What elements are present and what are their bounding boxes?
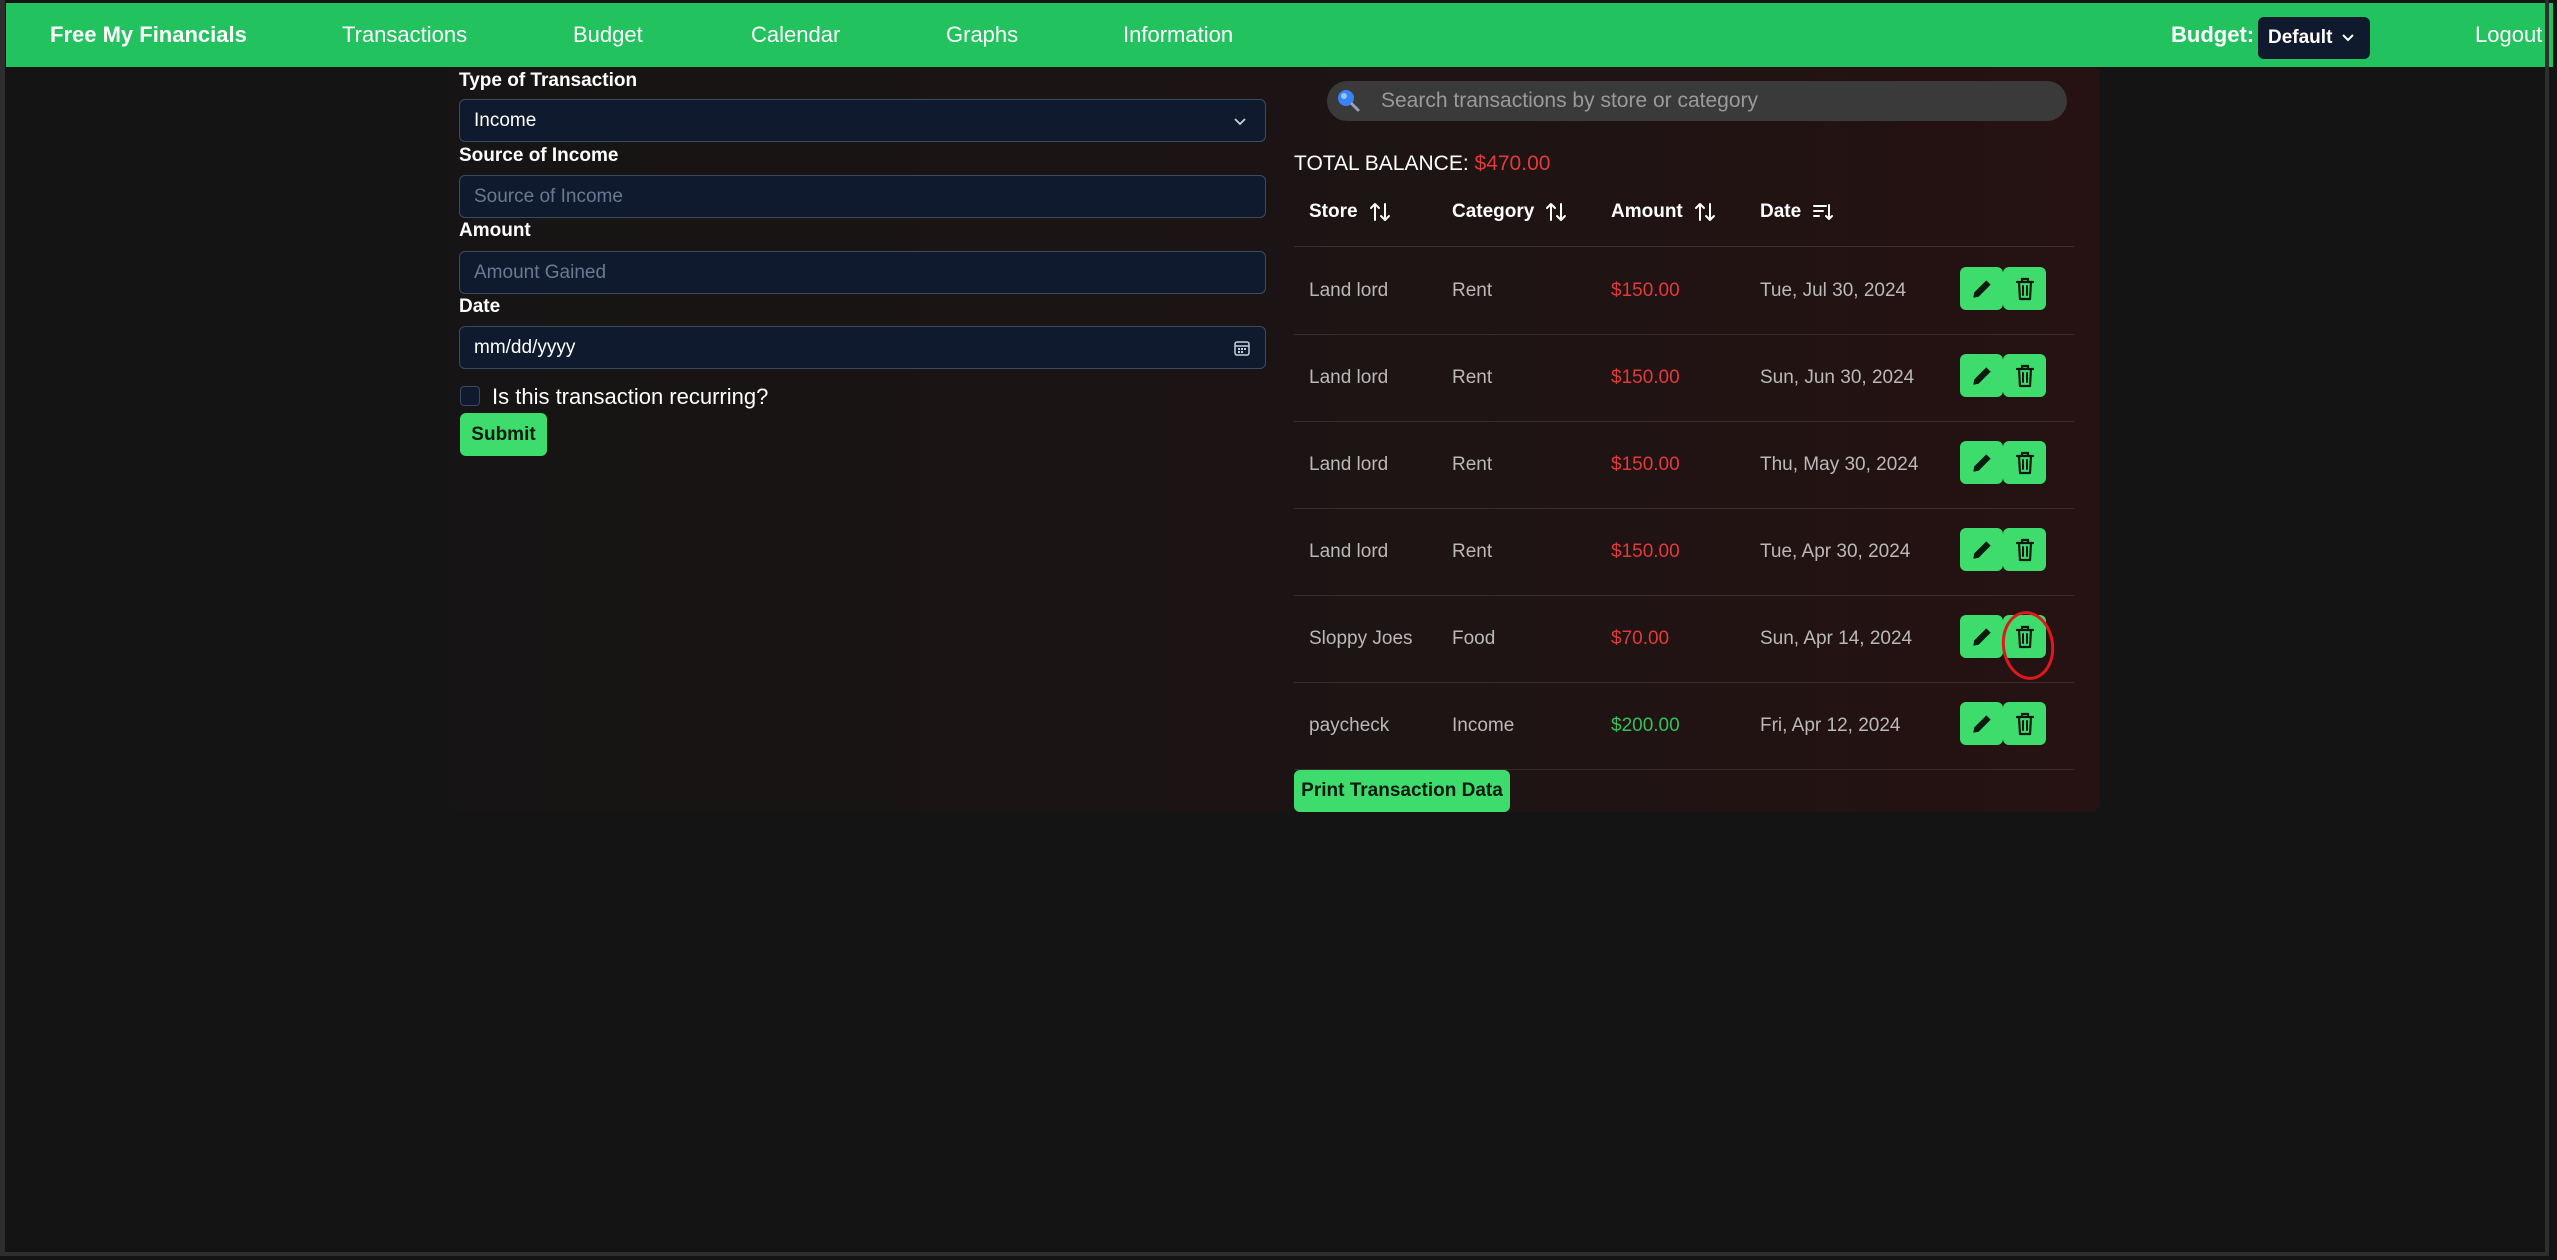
row-store: Land lord [1309,541,1389,562]
nav-transactions-link[interactable]: Transactions [342,3,467,67]
trash-icon [2013,711,2037,737]
edit-button[interactable] [1960,528,2003,571]
row-category: Rent [1452,541,1493,562]
budget-select[interactable]: Default [2258,17,2370,59]
source-of-income-input[interactable]: Source of Income [459,175,1266,218]
pencil-icon [1969,363,1995,389]
edit-button[interactable] [1960,441,2003,484]
table-row: Land lord Rent $150.00 Sun, Jun 30, 2024 [1294,334,2074,422]
edit-button[interactable] [1960,615,2003,658]
edit-button[interactable] [1960,354,2003,397]
trash-icon [2013,363,2037,389]
delete-button[interactable] [2003,354,2046,397]
search-bar[interactable]: Search transactions by store or category [1327,81,2067,121]
source-of-income-label: Source of Income [459,145,619,166]
trash-icon [2013,276,2037,302]
nav-graphs-link[interactable]: Graphs [946,3,1018,67]
recurring-label: Is this transaction recurring? [492,384,769,409]
row-category: Rent [1452,454,1493,475]
row-category: Rent [1452,367,1493,388]
row-date: Sun, Apr 14, 2024 [1760,628,1913,649]
total-balance: TOTAL BALANCE: $470.00 [1294,152,1550,176]
calendar-icon[interactable] [1233,339,1251,357]
amount-header-label: Amount [1611,201,1683,222]
pencil-icon [1969,450,1995,476]
delete-button[interactable] [2003,267,2046,310]
pencil-icon [1969,537,1995,563]
date-header-label: Date [1760,201,1802,222]
edit-button[interactable] [1960,702,2003,745]
category-header-label: Category [1452,201,1535,222]
chevron-down-icon [2342,34,2354,42]
amount-input[interactable]: Amount Gained [459,251,1266,294]
sort-icon[interactable] [1693,200,1717,224]
print-transaction-data-button[interactable]: Print Transaction Data [1294,770,1510,812]
row-date: Sun, Jun 30, 2024 [1760,367,1915,388]
total-balance-label: TOTAL BALANCE: [1294,152,1469,175]
sort-descending-icon[interactable] [1811,200,1835,224]
nav-budget-link[interactable]: Budget [573,3,643,67]
row-amount: $150.00 [1611,367,1680,388]
logout-link[interactable]: Logout [2475,3,2542,67]
transaction-type-select[interactable]: Income [459,99,1266,142]
row-amount: $150.00 [1611,454,1680,475]
amount-column-header[interactable]: Amount [1611,200,1717,224]
delete-button[interactable] [2003,528,2046,571]
row-date: Tue, Jul 30, 2024 [1760,280,1907,301]
row-store: Land lord [1309,280,1389,301]
row-amount: $150.00 [1611,280,1680,301]
category-column-header[interactable]: Category [1452,200,1568,224]
sort-icon[interactable] [1544,200,1568,224]
table-row: Land lord Rent $150.00 Tue, Apr 30, 2024 [1294,508,2074,596]
top-navbar: Free My Financials Transactions Budget C… [6,3,2553,67]
search-input[interactable]: Search transactions by store or category [1381,81,1758,121]
type-of-transaction-label: Type of Transaction [459,70,638,91]
budget-select-value: Default [2268,27,2333,48]
date-column-header[interactable]: Date [1760,200,1835,224]
trash-icon [2013,450,2037,476]
delete-button[interactable] [2003,702,2046,745]
row-store: Land lord [1309,454,1389,475]
amount-label: Amount [459,220,531,241]
table-row: paycheck Income $200.00 Fri, Apr 12, 2024 [1294,682,2074,770]
store-column-header[interactable]: Store [1309,200,1392,224]
edit-button[interactable] [1960,267,2003,310]
table-row: Sloppy Joes Food $70.00 Sun, Apr 14, 2024 [1294,595,2074,683]
trash-icon [2013,537,2037,563]
row-amount: $70.00 [1611,628,1670,649]
nav-calendar-link[interactable]: Calendar [751,3,840,67]
sort-icon[interactable] [1368,200,1392,224]
budget-label: Budget: [2171,22,2255,47]
row-category: Food [1452,628,1496,649]
nav-information-link[interactable]: Information [1123,3,1233,67]
row-store: Sloppy Joes [1309,628,1413,649]
brand-logo-link[interactable]: Free My Financials [50,3,247,67]
transaction-type-value: Income [474,110,537,131]
table-row: Land lord Rent $150.00 Thu, May 30, 2024 [1294,421,2074,509]
table-row: Land lord Rent $150.00 Tue, Jul 30, 2024 [1294,247,2074,335]
row-store: Land lord [1309,367,1389,388]
date-placeholder: mm/dd/yyyy [474,337,576,358]
chevron-down-icon [1234,118,1246,126]
pencil-icon [1969,711,1995,737]
row-amount: $200.00 [1611,715,1680,736]
pencil-icon [1969,276,1995,302]
row-date: Fri, Apr 12, 2024 [1760,715,1901,736]
submit-button[interactable]: Submit [460,413,547,456]
row-amount: $150.00 [1611,541,1680,562]
row-category: Rent [1452,280,1493,301]
row-date: Tue, Apr 30, 2024 [1760,541,1911,562]
date-input[interactable]: mm/dd/yyyy [459,326,1266,369]
recurring-checkbox[interactable] [460,386,480,406]
pencil-icon [1969,624,1995,650]
store-header-label: Store [1309,201,1358,222]
date-label: Date [459,296,501,317]
row-category: Income [1452,715,1515,736]
row-date: Thu, May 30, 2024 [1760,454,1919,475]
delete-button[interactable] [2003,441,2046,484]
search-icon [1338,90,1360,112]
row-store: paycheck [1309,715,1390,736]
total-balance-value: $470.00 [1474,152,1551,175]
